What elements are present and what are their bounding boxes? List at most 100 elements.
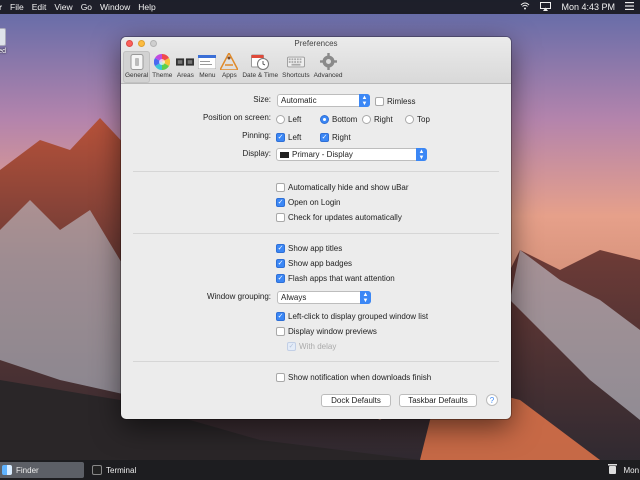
tab-areas[interactable]: Areas [174, 51, 196, 83]
menu-list-icon[interactable] [625, 2, 634, 12]
window-grouping-label: Window grouping: [206, 292, 271, 301]
tab-general[interactable]: General [123, 51, 151, 83]
display-select[interactable]: Primary - Display ▲ ▼ [276, 148, 427, 161]
divider [133, 171, 499, 172]
clock-icon [251, 53, 270, 70]
tab-menu-label: Menu [199, 72, 216, 79]
open-on-login-checkbox[interactable]: ✓ [276, 197, 285, 207]
display-label: Display: [242, 149, 271, 158]
taskbar-clock[interactable]: Mon T [623, 466, 640, 475]
tab-date-time[interactable]: Date & Time [240, 51, 280, 83]
pinning-right-option[interactable]: ✓ Right [320, 131, 351, 143]
apps-icon [220, 53, 239, 70]
preferences-content: Size: Automatic ▲ ▼ Rimless Position on s… [121, 84, 511, 419]
help-button[interactable]: ? [486, 394, 498, 406]
tab-menu[interactable]: Menu [196, 51, 218, 83]
window-previews-label: Display window previews [288, 326, 377, 336]
auto-hide-option[interactable]: Automatically hide and show uBar [276, 181, 409, 193]
size-select[interactable]: Automatic ▲ ▼ [277, 94, 370, 107]
left-click-grouped-checkbox[interactable]: ✓ [276, 311, 285, 321]
wifi-icon[interactable] [520, 2, 530, 12]
position-top-label: Top [417, 114, 430, 124]
task-finder[interactable]: Finder [0, 462, 84, 478]
menu-app-name[interactable]: er [0, 2, 10, 12]
pinning-left-option[interactable]: ✓ Left [276, 131, 301, 143]
task-terminal-label: Terminal [106, 465, 137, 475]
show-badges-label: Show app badges [288, 258, 353, 268]
menu-window[interactable]: Window [100, 2, 138, 12]
preferences-window: Preferences General Theme Areas Menu App… [121, 37, 511, 419]
position-left-radio[interactable] [276, 114, 285, 124]
open-on-login-option[interactable]: ✓ Open on Login [276, 196, 341, 208]
with-delay-checkbox: ✓ [287, 341, 296, 351]
window-previews-checkbox[interactable] [276, 326, 285, 336]
size-label: Size: [253, 95, 271, 104]
finder-icon [2, 465, 12, 475]
task-terminal[interactable]: Terminal [86, 462, 142, 478]
size-select-value: Automatic [281, 96, 317, 105]
task-finder-label: Finder [16, 465, 39, 475]
flash-apps-option[interactable]: ✓ Flash apps that want attention [276, 272, 395, 284]
tab-apps-label: Apps [221, 72, 237, 79]
window-titlebar[interactable]: Preferences General Theme Areas Menu App… [121, 37, 511, 84]
check-updates-option[interactable]: Check for updates automatically [276, 211, 402, 223]
tab-theme[interactable]: Theme [150, 51, 174, 83]
position-right-radio[interactable] [362, 114, 371, 124]
menu-bar: er File Edit View Go Window Help Mon 4:4… [0, 0, 640, 14]
check-updates-checkbox[interactable] [276, 212, 285, 222]
trash-icon[interactable] [608, 463, 618, 477]
open-on-login-label: Open on Login [288, 197, 341, 207]
rimless-label: Rimless [387, 96, 416, 106]
menu-go[interactable]: Go [81, 2, 100, 12]
terminal-icon [92, 465, 102, 475]
rimless-option[interactable]: Rimless [375, 95, 415, 107]
auto-hide-checkbox[interactable] [276, 182, 285, 192]
tab-shortcuts-label: Shortcuts [282, 72, 310, 79]
tab-apps[interactable]: Apps [218, 51, 240, 83]
flash-apps-label: Flash apps that want attention [288, 273, 395, 283]
position-top-radio[interactable] [405, 114, 414, 124]
tab-general-label: General [125, 72, 149, 79]
window-grouping-select[interactable]: Always ▲ ▼ [277, 291, 371, 304]
flash-apps-checkbox[interactable]: ✓ [276, 273, 285, 283]
show-titles-checkbox[interactable]: ✓ [276, 243, 285, 253]
position-right-option[interactable]: Right [362, 113, 393, 125]
tab-shortcuts[interactable]: Shortcuts [280, 51, 311, 83]
left-click-grouped-option[interactable]: ✓ Left-click to display grouped window l… [276, 310, 428, 322]
chevron-updown-icon: ▲ ▼ [360, 291, 371, 304]
position-left-option[interactable]: Left [276, 113, 301, 125]
download-notify-checkbox[interactable] [276, 372, 285, 382]
window-grouping-value: Always [281, 293, 307, 302]
menu-file[interactable]: File [10, 2, 32, 12]
with-delay-option: ✓ With delay [287, 340, 336, 352]
download-notify-label: Show notification when downloads finish [288, 372, 432, 382]
position-label: Position on screen: [202, 113, 271, 122]
menu-edit[interactable]: Edit [32, 2, 55, 12]
pinning-right-checkbox[interactable]: ✓ [320, 132, 329, 142]
tab-advanced[interactable]: Advanced [312, 51, 345, 83]
show-badges-checkbox[interactable]: ✓ [276, 258, 285, 268]
window-title: Preferences [294, 39, 338, 48]
divider [133, 233, 499, 234]
window-previews-option[interactable]: Display window previews [276, 325, 377, 337]
taskbar-defaults-button[interactable]: Taskbar Defaults [399, 394, 477, 407]
drive-icon [0, 28, 6, 46]
show-titles-option[interactable]: ✓ Show app titles [276, 242, 342, 254]
dock-defaults-button[interactable]: Dock Defaults [321, 394, 391, 407]
position-top-option[interactable]: Top [405, 113, 430, 125]
position-bottom-option[interactable]: Bottom [320, 113, 357, 125]
chevron-updown-icon: ▲ ▼ [416, 148, 427, 161]
airplay-icon[interactable] [540, 1, 552, 13]
position-bottom-radio[interactable] [320, 114, 329, 124]
show-badges-option[interactable]: ✓ Show app badges [276, 257, 352, 269]
color-wheel-icon [153, 53, 171, 70]
menubar-clock[interactable]: Mon 4:43 PM [561, 2, 615, 12]
desktop-drive-icon[interactable]: ared [0, 28, 18, 64]
menu-help[interactable]: Help [138, 2, 163, 12]
rimless-checkbox[interactable] [375, 96, 384, 106]
download-notify-option[interactable]: Show notification when downloads finish [276, 371, 431, 383]
position-right-label: Right [374, 114, 393, 124]
pinning-left-checkbox[interactable]: ✓ [276, 132, 285, 142]
tab-date-time-label: Date & Time [242, 72, 279, 79]
menu-view[interactable]: View [54, 2, 80, 12]
